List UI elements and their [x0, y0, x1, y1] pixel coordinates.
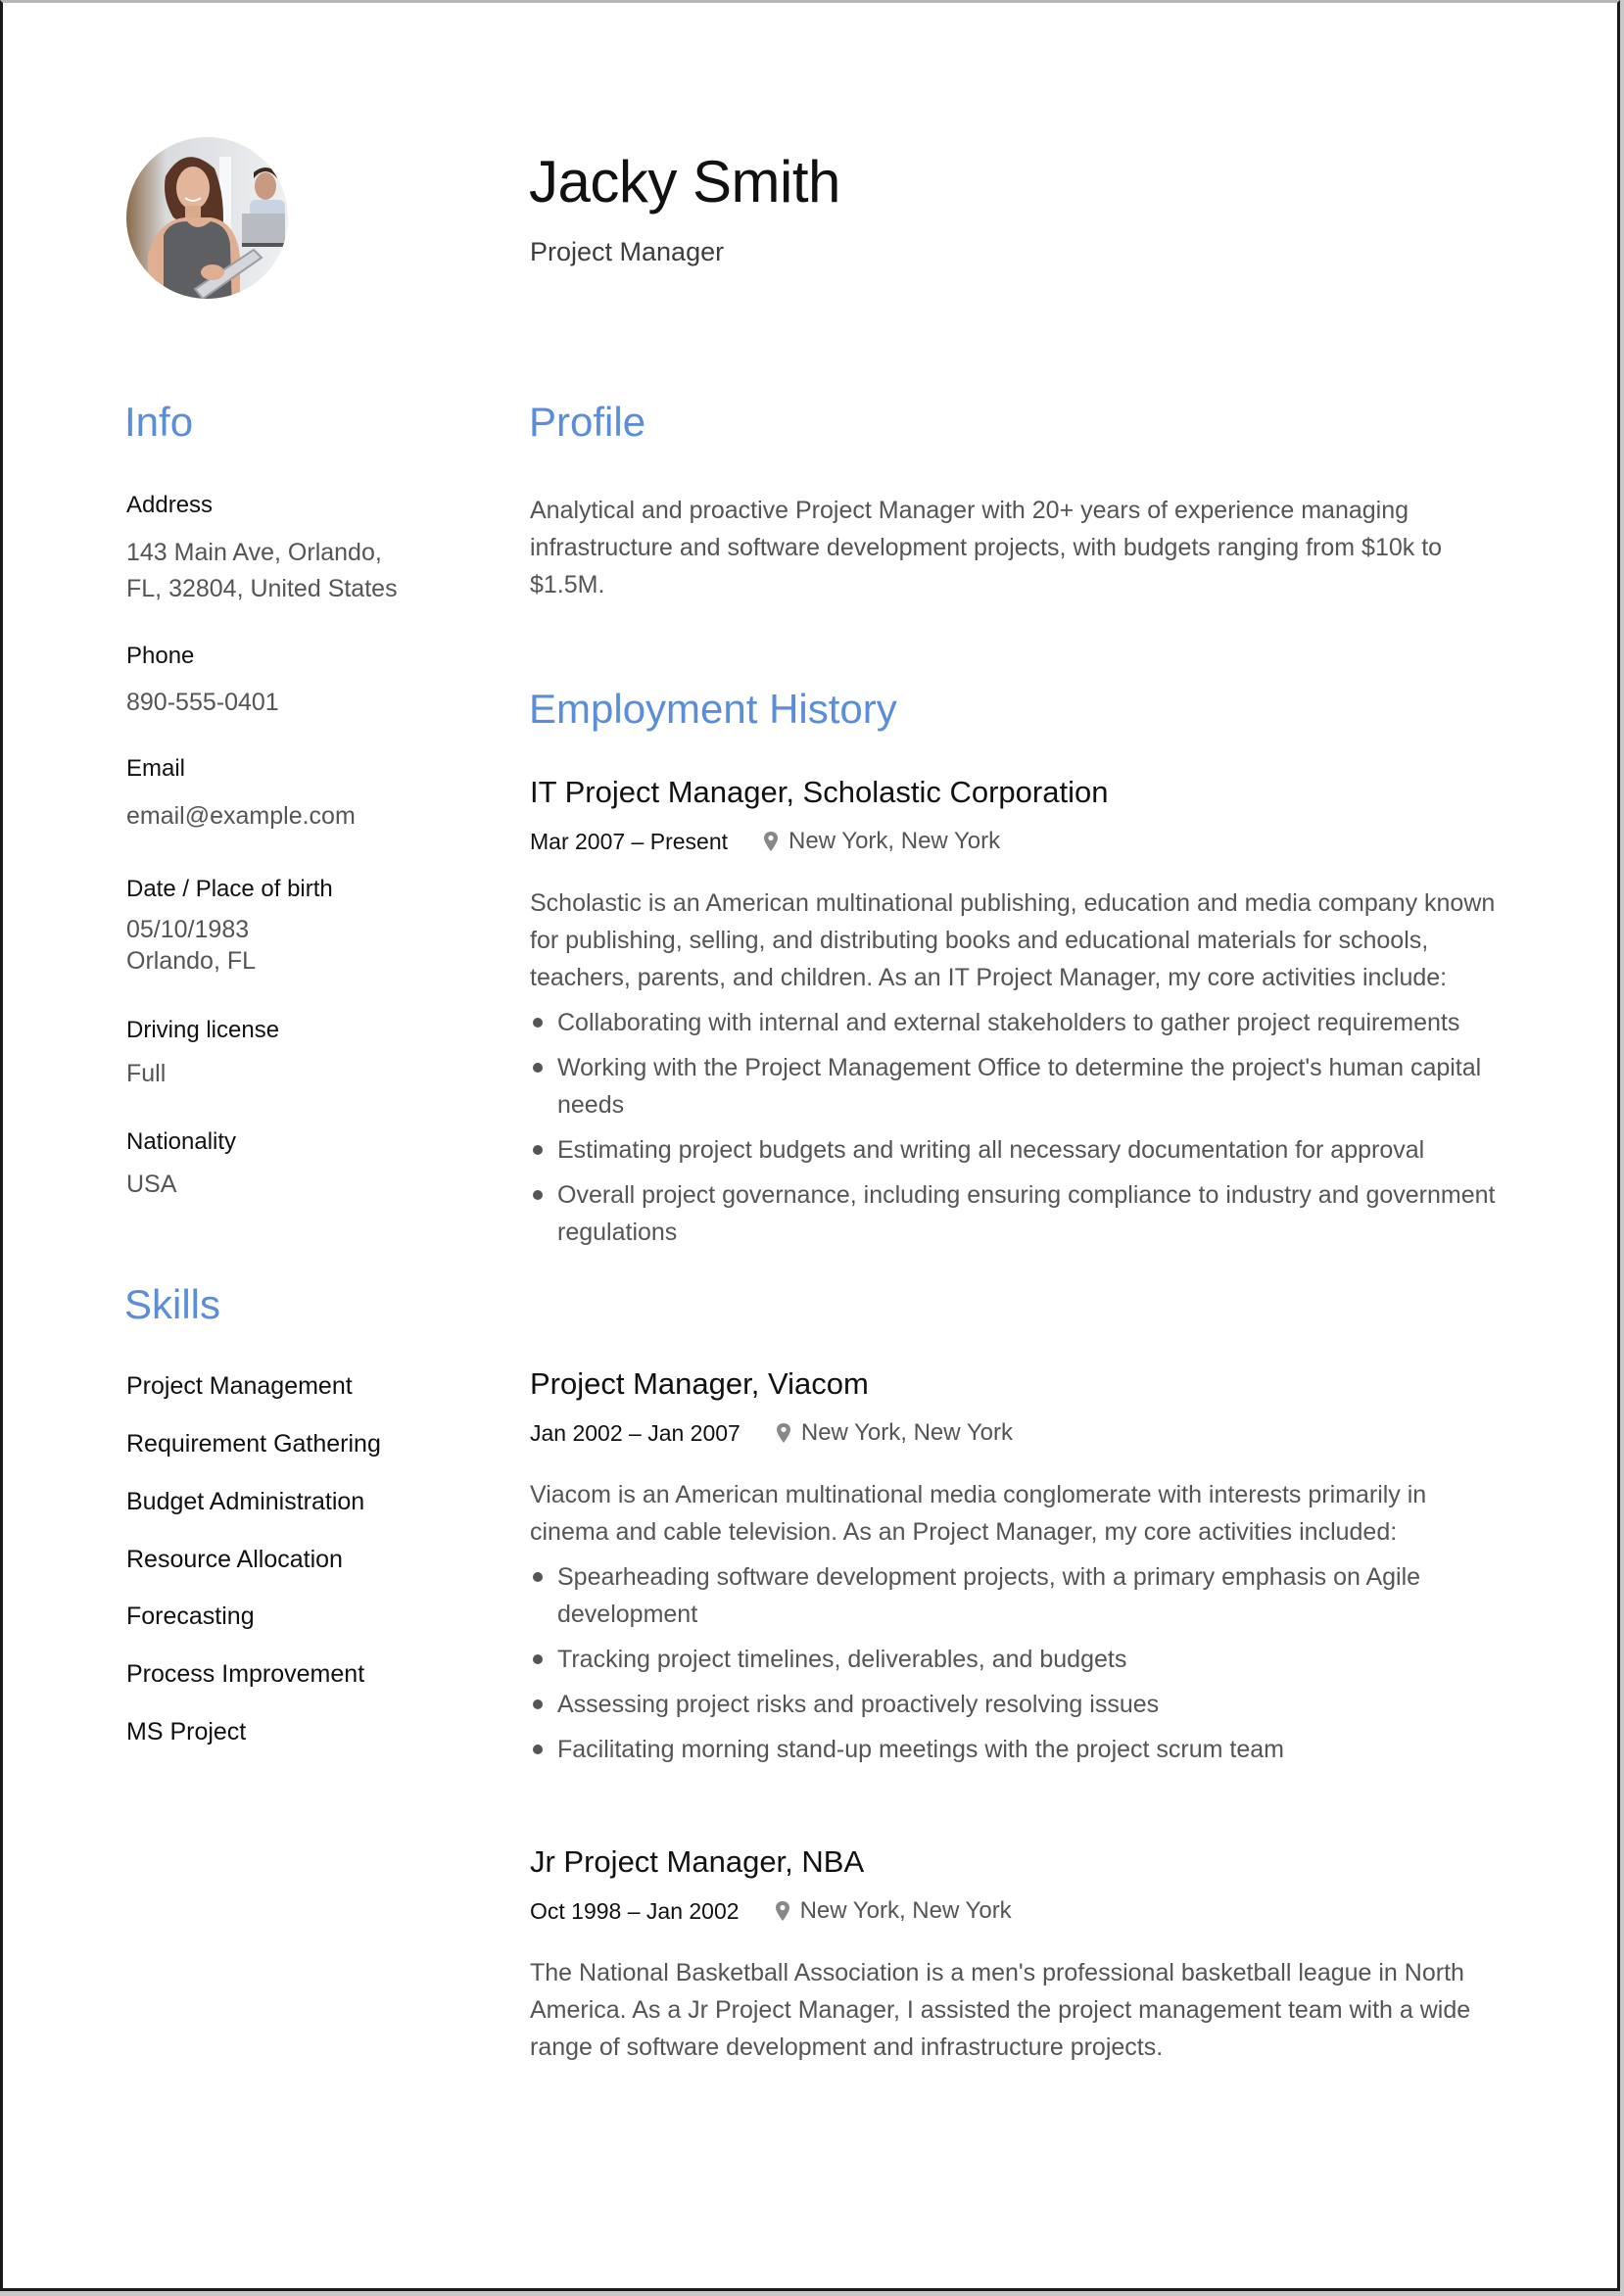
skill-item: Budget Administration — [126, 1488, 365, 1515]
profile-photo — [126, 137, 288, 299]
skill-item: Requirement Gathering — [126, 1430, 381, 1458]
bullet-icon — [533, 1063, 543, 1073]
job-location: New York, New York — [740, 1897, 1012, 1925]
job-bullet: Assessing project risks and proactively … — [530, 1686, 1509, 1723]
address-line-1: 143 Main Ave, Orlando, — [126, 539, 382, 566]
job-location: New York, New York — [728, 828, 1000, 855]
job-bullet: Overall project governance, including en… — [530, 1176, 1509, 1251]
job-entry: Jr Project Manager, NBA Oct 1998 – Jan 2… — [530, 1844, 1500, 2066]
job-bullet: Collaborating with internal and external… — [530, 1004, 1509, 1041]
info-value-birth: 05/10/1983 Orlando, FL — [126, 914, 256, 977]
job-location-text: New York, New York — [800, 1419, 1013, 1446]
job-bullet: Working with the Project Management Offi… — [530, 1049, 1509, 1124]
job-dates: Oct 1998 – Jan 2002 — [530, 1897, 740, 1924]
bullet-text: Tracking project timelines, deliverables… — [557, 1646, 1127, 1673]
job-entry: IT Project Manager, Scholastic Corporati… — [530, 775, 1509, 1259]
info-label-address: Address — [126, 492, 214, 518]
bullet-text: Overall project governance, including en… — [557, 1181, 1496, 1246]
job-bullets: Collaborating with internal and external… — [530, 1004, 1509, 1251]
job-dates: Mar 2007 – Present — [530, 828, 729, 854]
job-meta: Mar 2007 – Present New York, New York — [530, 828, 1509, 855]
bullet-icon — [533, 1745, 543, 1754]
bullet-text: Assessing project risks and proactively … — [557, 1691, 1160, 1718]
candidate-name: Jacky Smith — [529, 149, 840, 215]
address-line-2: FL, 32804, United States — [126, 575, 398, 602]
bullet-text: Collaborating with internal and external… — [557, 1009, 1460, 1036]
bullet-text: Working with the Project Management Offi… — [557, 1054, 1482, 1119]
skill-item: MS Project — [126, 1718, 247, 1746]
job-bullet: Spearheading software development projec… — [530, 1558, 1509, 1633]
info-value-address: 143 Main Ave, Orlando, FL, 32804, United… — [126, 535, 398, 607]
job-location: New York, New York — [740, 1419, 1013, 1447]
info-value-email[interactable]: email@example.com — [126, 798, 356, 835]
info-label-email: Email — [126, 755, 186, 782]
skill-item: Project Management — [126, 1372, 353, 1400]
bullet-icon — [533, 1699, 543, 1709]
job-location-text: New York, New York — [799, 1897, 1012, 1924]
profile-summary: Analytical and proactive Project Manager… — [530, 497, 1443, 598]
job-entry: Project Manager, Viacom Jan 2002 – Jan 2… — [530, 1366, 1509, 1776]
map-pin-icon — [775, 1901, 789, 1921]
job-title: Project Manager, Viacom — [530, 1366, 869, 1401]
map-pin-icon — [776, 1423, 790, 1443]
job-description: Scholastic is an American multinational … — [530, 889, 1496, 991]
bullet-text: Spearheading software development projec… — [557, 1563, 1421, 1628]
info-label-driving-license: Driving license — [126, 1017, 280, 1043]
job-bullets: Spearheading software development projec… — [530, 1558, 1509, 1768]
candidate-title: Project Manager — [530, 237, 725, 266]
bullet-text: Estimating project budgets and writing a… — [557, 1136, 1425, 1164]
page-edge — [0, 2291, 1624, 2296]
job-meta: Oct 1998 – Jan 2002 New York, New York — [530, 1897, 1500, 1925]
skill-item: Forecasting — [126, 1602, 255, 1630]
job-location-text: New York, New York — [788, 828, 1001, 854]
info-label-nationality: Nationality — [126, 1128, 237, 1155]
job-dates: Jan 2002 – Jan 2007 — [530, 1419, 740, 1446]
job-description: The National Basketball Association is a… — [530, 1959, 1471, 2061]
bullet-icon — [533, 1190, 543, 1200]
job-title: IT Project Manager, Scholastic Corporati… — [530, 775, 1109, 809]
info-label-phone: Phone — [126, 643, 195, 669]
bullet-text: Facilitating morning stand-up meetings w… — [557, 1736, 1284, 1763]
bullet-icon — [533, 1572, 543, 1582]
job-description: Viacom is an American multinational medi… — [530, 1481, 1427, 1546]
skill-item: Process Improvement — [126, 1660, 365, 1688]
info-label-birth: Date / Place of birth — [126, 876, 333, 902]
bullet-icon — [533, 1018, 543, 1028]
info-value-nationality: USA — [126, 1171, 177, 1198]
birth-date: 05/10/1983 — [126, 916, 250, 943]
job-bullet: Tracking project timelines, deliverables… — [530, 1641, 1509, 1678]
resume-page: Jacky Smith Project Manager Info Address… — [0, 0, 1620, 2291]
info-value-driving-license: Full — [126, 1060, 167, 1087]
page-edge — [1620, 0, 1624, 2296]
employment-heading: Employment History — [529, 686, 897, 732]
profile-heading: Profile — [529, 399, 646, 445]
skill-item: Resource Allocation — [126, 1546, 343, 1573]
job-meta: Jan 2002 – Jan 2007 New York, New York — [530, 1419, 1509, 1447]
map-pin-icon — [764, 832, 779, 851]
birth-place: Orlando, FL — [126, 947, 257, 975]
info-value-phone: 890-555-0401 — [126, 689, 279, 716]
info-heading: Info — [124, 399, 194, 445]
skills-heading: Skills — [124, 1281, 221, 1327]
job-title: Jr Project Manager, NBA — [530, 1844, 865, 1879]
bullet-icon — [533, 1654, 543, 1664]
bullet-icon — [533, 1145, 543, 1155]
job-bullet: Estimating project budgets and writing a… — [530, 1131, 1509, 1169]
job-bullet: Facilitating morning stand-up meetings w… — [530, 1731, 1509, 1768]
person-photo-icon — [126, 137, 288, 299]
